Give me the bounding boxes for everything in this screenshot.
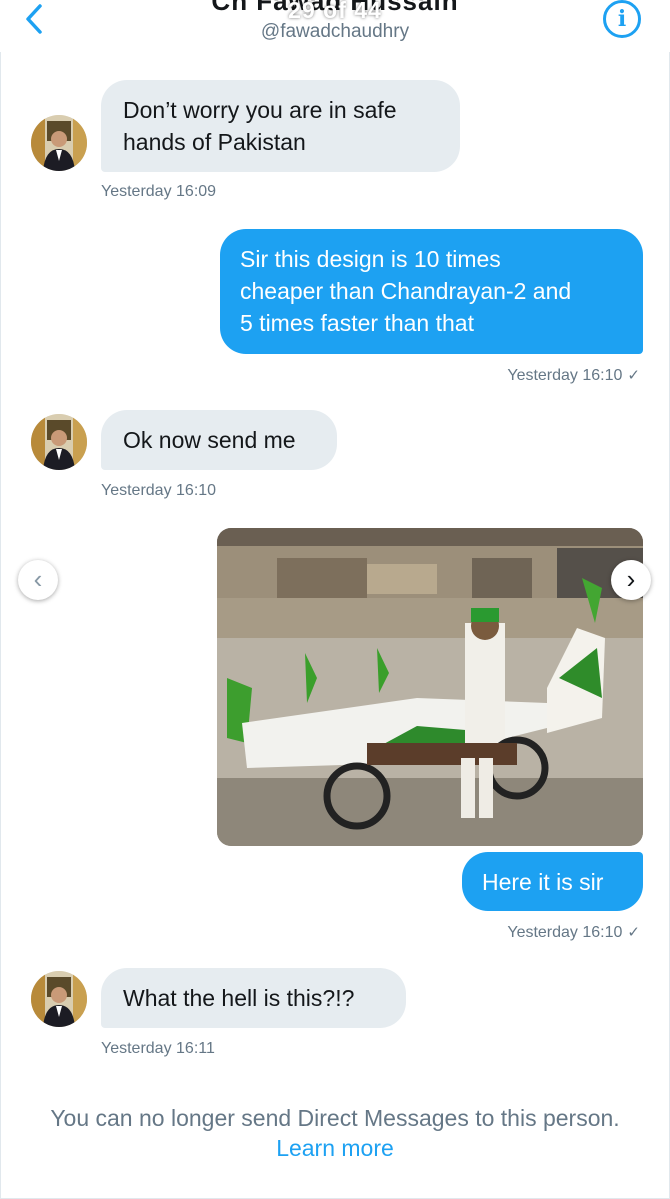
chevron-left-icon: ‹ <box>33 564 43 594</box>
message-bubble-sent[interactable]: Sir this design is 10 times cheaper than… <box>220 229 643 354</box>
sent-check-icon: ✓ <box>627 367 640 384</box>
avatar[interactable] <box>31 971 87 1027</box>
photo-motorbike-plane <box>217 528 643 846</box>
info-button[interactable]: i <box>603 0 641 38</box>
previous-media-button[interactable]: ‹ <box>18 560 58 600</box>
message-timestamp: Yesterday 16:09 <box>101 183 217 200</box>
message-bubble-received[interactable]: Don’t worry you are in safe hands of Pak… <box>101 80 460 172</box>
message-text-line: 5 times faster than that <box>240 310 474 336</box>
message-timestamp: Yesterday 16:10 <box>101 482 217 499</box>
message-bubble-sent[interactable]: Here it is sir <box>462 852 643 911</box>
message-text-line: cheaper than Chandrayan-2 and <box>240 278 572 304</box>
timestamp-text: Yesterday 16:10 <box>507 367 623 384</box>
avatar[interactable] <box>31 414 87 470</box>
conversation-header: Ch Fawad Hussain 29 of 44 @fawadchaudhry… <box>0 0 670 52</box>
avatar[interactable] <box>31 115 87 171</box>
conversation-handle: @fawadchaudhry <box>260 21 410 42</box>
message-text-line: What the hell is this?!? <box>123 985 355 1011</box>
dm-disabled-notice: You can no longer send Direct Messages t… <box>0 1103 670 1163</box>
next-media-button[interactable]: › <box>611 560 651 600</box>
message-bubble-received[interactable]: What the hell is this?!? <box>101 968 406 1028</box>
message-text-line: Don’t worry you are in safe <box>123 97 397 123</box>
message-photo[interactable] <box>217 528 643 846</box>
profile-photo <box>31 414 87 470</box>
timestamp-text: Yesterday 16:10 <box>507 924 623 941</box>
learn-more-link[interactable]: Learn more <box>0 1133 670 1163</box>
message-timestamp: Yesterday 16:10 ✓ <box>507 366 640 385</box>
chevron-right-icon: › <box>626 564 636 594</box>
profile-photo <box>31 971 87 1027</box>
message-text-line: Sir this design is 10 times <box>240 246 501 272</box>
message-text-line: Here it is sir <box>482 869 604 895</box>
message-bubble-received[interactable]: Ok now send me <box>101 410 337 470</box>
info-icon: i <box>617 6 627 32</box>
message-text-line: Ok now send me <box>123 427 296 453</box>
message-timestamp: Yesterday 16:10 ✓ <box>507 923 640 942</box>
notice-text: You can no longer send Direct Messages t… <box>50 1105 620 1131</box>
message-text-line: hands of Pakistan <box>123 129 306 155</box>
message-timestamp: Yesterday 16:11 <box>101 1040 215 1057</box>
sent-check-icon: ✓ <box>627 924 640 941</box>
profile-photo <box>31 115 87 171</box>
